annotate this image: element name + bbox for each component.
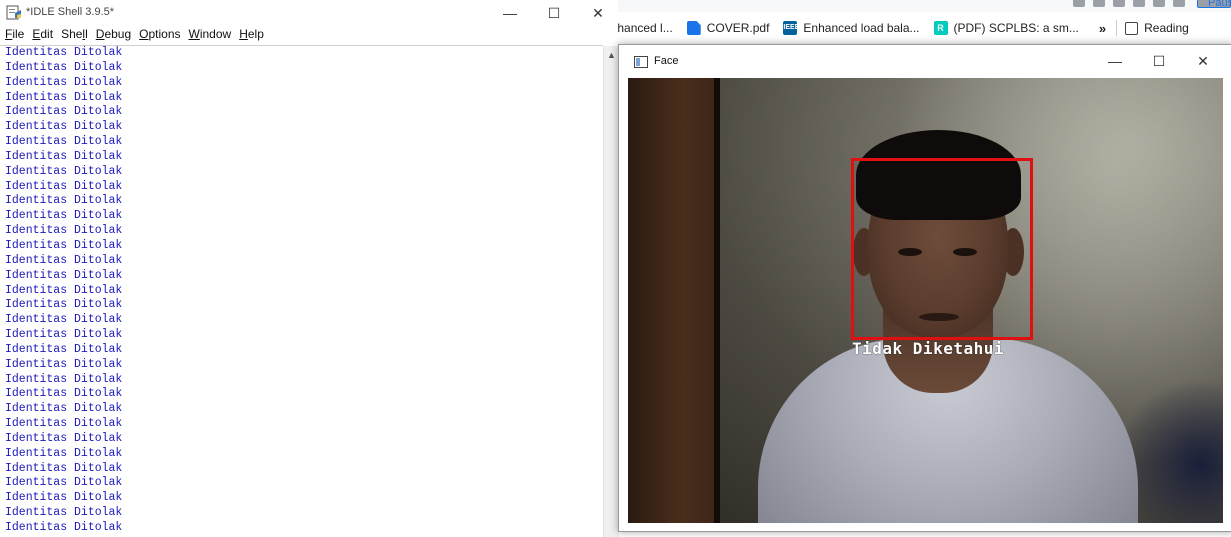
python-file-icon — [6, 5, 21, 20]
bookmark-item[interactable]: R (PDF) SCPLBS: a sm... — [933, 21, 1079, 35]
output-line: Identitas Ditolak — [5, 253, 123, 267]
output-line: Identitas Ditolak — [5, 431, 123, 445]
bookmark-separator — [1116, 20, 1118, 36]
output-line: Identitas Ditolak — [5, 328, 123, 342]
browser-extension-icons: Paused — [1073, 0, 1231, 9]
output-line: Identitas Ditolak — [5, 446, 123, 460]
output-line: Identitas Ditolak — [5, 372, 123, 386]
output-line: Identitas Ditolak — [5, 506, 123, 520]
more-bookmarks-button[interactable]: » — [1099, 21, 1106, 36]
output-line: Identitas Ditolak — [5, 491, 123, 505]
pin-icon[interactable] — [1173, 0, 1185, 7]
menu-options[interactable]: Options — [139, 27, 180, 45]
output-line: Identitas Ditolak — [5, 402, 123, 416]
reading-list-label: Reading — [1144, 21, 1189, 35]
window-icon — [634, 56, 648, 68]
extension-icon[interactable] — [1093, 0, 1105, 7]
output-line: Identitas Ditolak — [5, 60, 123, 74]
window-controls: — ☐ ✕ — [1093, 45, 1225, 77]
output-line: Identitas Ditolak — [5, 209, 123, 223]
output-line: Identitas Ditolak — [5, 313, 123, 327]
output-line: Identitas Ditolak — [5, 90, 123, 104]
output-line: Identitas Ditolak — [5, 283, 123, 297]
extension-icon[interactable] — [1073, 0, 1085, 7]
face-window: Face — ☐ ✕ Tidak Diketahui — [618, 44, 1231, 532]
output-line: Identitas Ditolak — [5, 238, 123, 252]
scroll-up-icon[interactable]: ▲ — [604, 50, 619, 60]
output-line: Identitas Ditolak — [5, 387, 123, 401]
maximize-button[interactable]: ☐ — [532, 0, 576, 26]
bookmark-item[interactable]: COVER.pdf — [686, 21, 770, 35]
profile-paused-badge[interactable]: Paused — [1197, 0, 1231, 9]
webcam-frame: Tidak Diketahui — [628, 78, 1223, 523]
idle-titlebar[interactable]: *IDLE Shell 3.9.5* — ☐ ✕ — [0, 0, 618, 26]
wooden-door — [628, 78, 720, 523]
zoom-icon[interactable] — [1113, 0, 1125, 7]
reading-list-button[interactable]: Reading — [1125, 21, 1189, 35]
output-line: Identitas Ditolak — [5, 194, 123, 208]
browser-toolbar-strip: Paused — [604, 0, 1231, 12]
output-line: Identitas Ditolak — [5, 105, 123, 119]
menu-edit[interactable]: Edit — [32, 27, 53, 45]
menu-debug[interactable]: Debug — [96, 27, 131, 45]
menu-shell[interactable]: Shell — [61, 27, 88, 45]
idle-shell-window: *IDLE Shell 3.9.5* — ☐ ✕ File Edit Shell De… — [0, 0, 619, 537]
output-line: Identitas Ditolak — [5, 120, 123, 134]
reading-list-icon — [1125, 21, 1139, 35]
star-icon[interactable] — [1133, 0, 1145, 7]
face-detection-box — [851, 158, 1033, 340]
bookmark-label: Enhanced load bala... — [803, 21, 920, 35]
bookmarks-bar: enhanced l... COVER.pdf IEEE Enhanced loa… — [604, 12, 1231, 45]
face-titlebar[interactable]: Face — ☐ ✕ — [619, 45, 1231, 77]
output-line: Identitas Ditolak — [5, 461, 123, 475]
minimize-button[interactable]: — — [488, 0, 532, 26]
maximize-button[interactable]: ☐ — [1137, 45, 1181, 77]
bookmark-label: (PDF) SCPLBS: a sm... — [953, 21, 1079, 35]
menu-bar: File Edit Shell Debug Options Window Help — [0, 27, 605, 45]
output-line: Identitas Ditolak — [5, 135, 123, 149]
shell-output[interactable]: Identitas Ditolak Identitas Ditolak Identi… — [0, 46, 603, 537]
menu-file[interactable]: File — [5, 27, 24, 45]
output-line: Identitas Ditolak — [5, 164, 123, 178]
menu-help[interactable]: Help — [239, 27, 264, 45]
researchgate-icon: R — [933, 21, 948, 35]
close-button[interactable]: ✕ — [576, 0, 620, 26]
bookmark-item[interactable]: IEEE Enhanced load bala... — [783, 21, 920, 35]
output-line: Identitas Ditolak — [5, 179, 123, 193]
output-line: Identitas Ditolak — [5, 476, 123, 490]
minimize-button[interactable]: — — [1093, 45, 1137, 77]
close-button[interactable]: ✕ — [1181, 45, 1225, 77]
output-line: Identitas Ditolak — [5, 46, 123, 59]
output-line: Identitas Ditolak — [5, 521, 123, 534]
ieee-icon: IEEE — [783, 21, 799, 35]
output-line: Identitas Ditolak — [5, 417, 123, 431]
document-icon — [686, 21, 701, 35]
window-title: Face — [654, 55, 679, 67]
output-line: Identitas Ditolak — [5, 75, 123, 89]
vertical-scrollbar[interactable]: ▲ — [603, 46, 619, 537]
output-line: Identitas Ditolak — [5, 149, 123, 163]
window-title: *IDLE Shell 3.9.5* — [26, 6, 115, 18]
window-controls: — ☐ ✕ — [488, 0, 620, 26]
output-line: Identitas Ditolak — [5, 268, 123, 282]
detection-label: Tidak Diketahui — [852, 339, 1004, 358]
menu-window[interactable]: Window — [189, 27, 232, 45]
bookmark-label: COVER.pdf — [706, 21, 770, 35]
output-line: Identitas Ditolak — [5, 224, 123, 238]
puzzle-icon[interactable] — [1153, 0, 1165, 7]
output-line: Identitas Ditolak — [5, 357, 123, 371]
output-line: Identitas Ditolak — [5, 342, 123, 356]
output-line: Identitas Ditolak — [5, 298, 123, 312]
door-edge — [714, 78, 720, 523]
